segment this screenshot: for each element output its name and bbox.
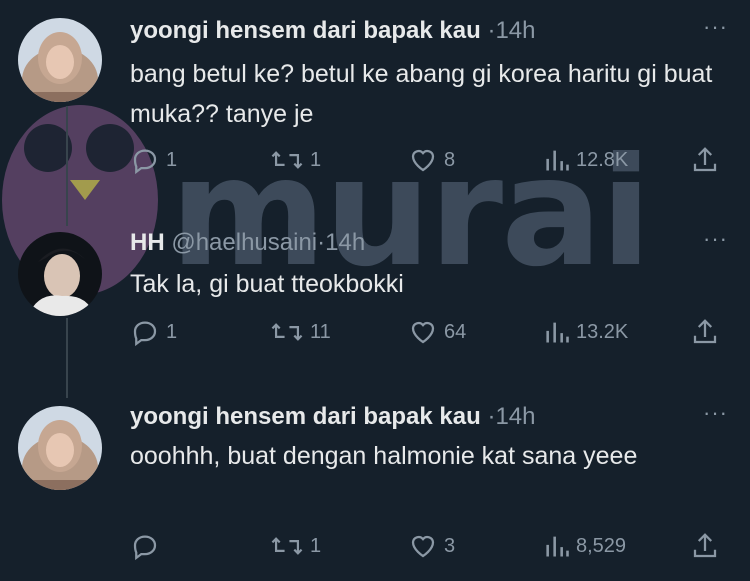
more-options-icon[interactable]: ···	[703, 226, 728, 252]
share-icon	[693, 533, 717, 558]
reply-icon	[133, 321, 157, 347]
reply-button[interactable]: 1	[130, 314, 177, 350]
share-button[interactable]	[690, 528, 720, 564]
thread-connector	[66, 106, 68, 226]
timestamp[interactable]: 14h	[495, 17, 535, 44]
like-icon	[411, 535, 435, 558]
views-button[interactable]: 12.8K	[544, 142, 628, 178]
like-button[interactable]: 3	[408, 528, 455, 564]
retweet-icon	[271, 151, 303, 169]
user-handle[interactable]: @haelhusaini	[171, 229, 317, 256]
display-name[interactable]: yoongi hensem dari bapak kau	[130, 17, 481, 44]
views-count: 12.8K	[576, 148, 629, 171]
like-count: 8	[444, 148, 456, 171]
separator-dot: ·	[317, 229, 326, 256]
action-bar: 1 11 64 13.2K	[130, 314, 730, 350]
reply-button[interactable]	[130, 528, 166, 564]
retweet-count: 11	[310, 320, 331, 343]
timestamp[interactable]: 14h	[325, 229, 365, 256]
views-icon	[546, 322, 569, 343]
display-name[interactable]: yoongi hensem dari bapak kau	[130, 403, 481, 430]
retweet-icon	[271, 537, 303, 555]
views-icon	[546, 536, 569, 557]
reply-icon	[133, 149, 157, 175]
share-icon	[693, 319, 717, 344]
retweet-button[interactable]: 1	[270, 528, 321, 564]
retweet-count: 1	[310, 534, 322, 557]
more-options-icon[interactable]: ···	[703, 400, 728, 426]
like-icon	[411, 321, 435, 344]
tweet-header: yoongi hensem dari bapak kau ·14h	[130, 16, 535, 46]
retweet-icon	[271, 323, 303, 341]
retweet-button[interactable]: 1	[270, 142, 321, 178]
views-count: 13.2K	[576, 320, 629, 343]
avatar[interactable]	[18, 232, 102, 316]
tweet-text: Tak la, gi buat tteokbokki	[130, 270, 404, 298]
views-count: 8,529	[576, 534, 627, 557]
like-button[interactable]: 64	[408, 314, 466, 350]
reply-count: 1	[166, 320, 178, 343]
share-button[interactable]	[690, 142, 720, 178]
display-name[interactable]: HH	[130, 229, 165, 256]
retweet-button[interactable]: 11	[270, 314, 331, 350]
action-bar: 1 1 8 12.8K	[130, 142, 730, 178]
tweet-text: bang betul ke? betul ke abang gi korea h…	[130, 60, 713, 128]
tweet-text: ooohhh, buat dengan halmonie kat sana ye…	[130, 442, 638, 470]
retweet-count: 1	[310, 148, 322, 171]
share-button[interactable]	[690, 314, 720, 350]
avatar[interactable]	[18, 18, 102, 102]
share-icon	[693, 147, 717, 172]
reply-count: 1	[166, 148, 178, 171]
thread-connector	[66, 318, 68, 398]
reply-button[interactable]: 1	[130, 142, 177, 178]
avatar[interactable]	[18, 406, 102, 490]
views-button[interactable]: 8,529	[544, 528, 626, 564]
tweet-header: HH @haelhusaini·14h	[130, 228, 365, 258]
more-options-icon[interactable]: ···	[703, 14, 728, 40]
like-count: 3	[444, 534, 456, 557]
tweet-header: yoongi hensem dari bapak kau ·14h	[130, 402, 535, 432]
like-count: 64	[444, 320, 467, 343]
timestamp[interactable]: 14h	[495, 403, 535, 430]
like-icon	[411, 149, 435, 172]
views-button[interactable]: 13.2K	[544, 314, 628, 350]
reply-icon	[133, 535, 157, 561]
action-bar: 1 3 8,529	[130, 528, 730, 564]
views-icon	[546, 150, 569, 171]
like-button[interactable]: 8	[408, 142, 455, 178]
